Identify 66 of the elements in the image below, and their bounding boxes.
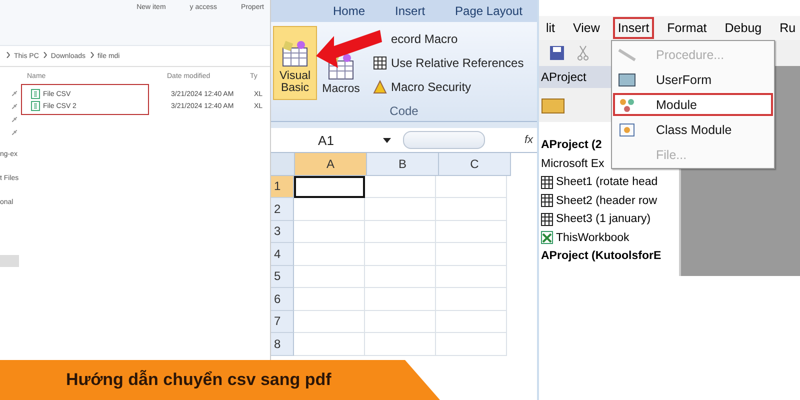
pin-icon [12, 117, 17, 122]
editor-icon [280, 40, 310, 68]
file-icon [31, 89, 40, 99]
dropdown-arrow-icon[interactable] [381, 138, 393, 142]
table-cell[interactable] [294, 176, 365, 198]
menu-option[interactable]: UserForm [612, 67, 774, 92]
menu-item[interactable]: Debug [722, 19, 765, 37]
ribbon-button[interactable]: Macro Security [373, 76, 524, 98]
menu-option[interactable]: Module [612, 92, 774, 117]
workbook-icon [541, 231, 553, 244]
row-header[interactable]: 7 [271, 310, 294, 333]
group-label: Code [390, 104, 418, 120]
column-header[interactable]: A [295, 153, 367, 176]
menu-item[interactable]: Insert [614, 19, 652, 37]
folder-icon[interactable] [541, 96, 565, 114]
class-icon [618, 122, 636, 138]
ribbon-button[interactable]: Visual Basic [273, 26, 317, 100]
grid-icon [373, 56, 387, 70]
tree-item[interactable]: Sheet1 (rotate head [556, 176, 658, 188]
form-icon [618, 72, 636, 88]
menu-item[interactable]: Format [664, 19, 710, 37]
pane-title: AProject [541, 70, 586, 84]
row-header[interactable]: 3 [271, 220, 294, 243]
sheet-icon [541, 176, 553, 189]
chevron-icon [90, 52, 94, 60]
tree-item[interactable]: AProject (2 [541, 139, 602, 152]
module-icon [618, 96, 636, 112]
chevron-icon [42, 52, 47, 60]
pin-icon [12, 130, 17, 135]
menu-item[interactable]: lit [543, 19, 558, 37]
ribbon-tab[interactable]: Insert [395, 4, 426, 18]
scroll-thumb[interactable] [0, 255, 19, 267]
row-header[interactable]: 5 [271, 266, 294, 288]
formula-field[interactable] [403, 131, 485, 149]
select-all-button[interactable] [271, 153, 295, 176]
row-header[interactable]: 6 [271, 288, 294, 310]
tree-item[interactable]: Sheet3 (1 january) [556, 213, 651, 226]
ribbon-tab[interactable]: Home [333, 4, 366, 18]
scissors-icon[interactable] [577, 45, 589, 61]
tree-item[interactable]: Microsoft Ex [541, 158, 604, 170]
menu-item[interactable]: Ru [776, 19, 799, 37]
pin-icon [12, 91, 17, 96]
warning-icon [373, 80, 387, 94]
ribbon-button[interactable]: ecord Macro [391, 28, 524, 50]
tree-item[interactable]: ThisWorkbook [556, 232, 630, 244]
row-header[interactable]: 4 [271, 243, 294, 266]
row-header[interactable]: 8 [271, 333, 294, 356]
function-button[interactable]: fx [524, 134, 537, 146]
row-header[interactable]: 2 [271, 198, 294, 220]
ribbon-tab[interactable]: Page Layout [455, 4, 522, 18]
ribbon-button[interactable]: Use Relative References [373, 52, 524, 74]
banner-title: Hướng dẫn chuyển csv sang pdf [66, 370, 332, 390]
sheet-icon [541, 194, 553, 208]
name-box[interactable]: A1 [271, 132, 381, 148]
chevron-icon [6, 52, 10, 60]
save-icon[interactable] [549, 45, 565, 61]
column-header[interactable]: B [367, 153, 439, 176]
column-header[interactable]: C [439, 153, 511, 176]
menu-option[interactable]: Class Module [612, 117, 774, 142]
sheet-icon [541, 212, 553, 226]
row-header[interactable]: 1 [271, 176, 294, 198]
tree-item[interactable]: AProject (KutoolsforE [541, 250, 662, 262]
file-icon [31, 101, 40, 111]
menu-item[interactable]: View [570, 19, 603, 37]
tree-item[interactable]: Sheet2 (header row [556, 194, 658, 207]
pin-icon [12, 104, 17, 109]
